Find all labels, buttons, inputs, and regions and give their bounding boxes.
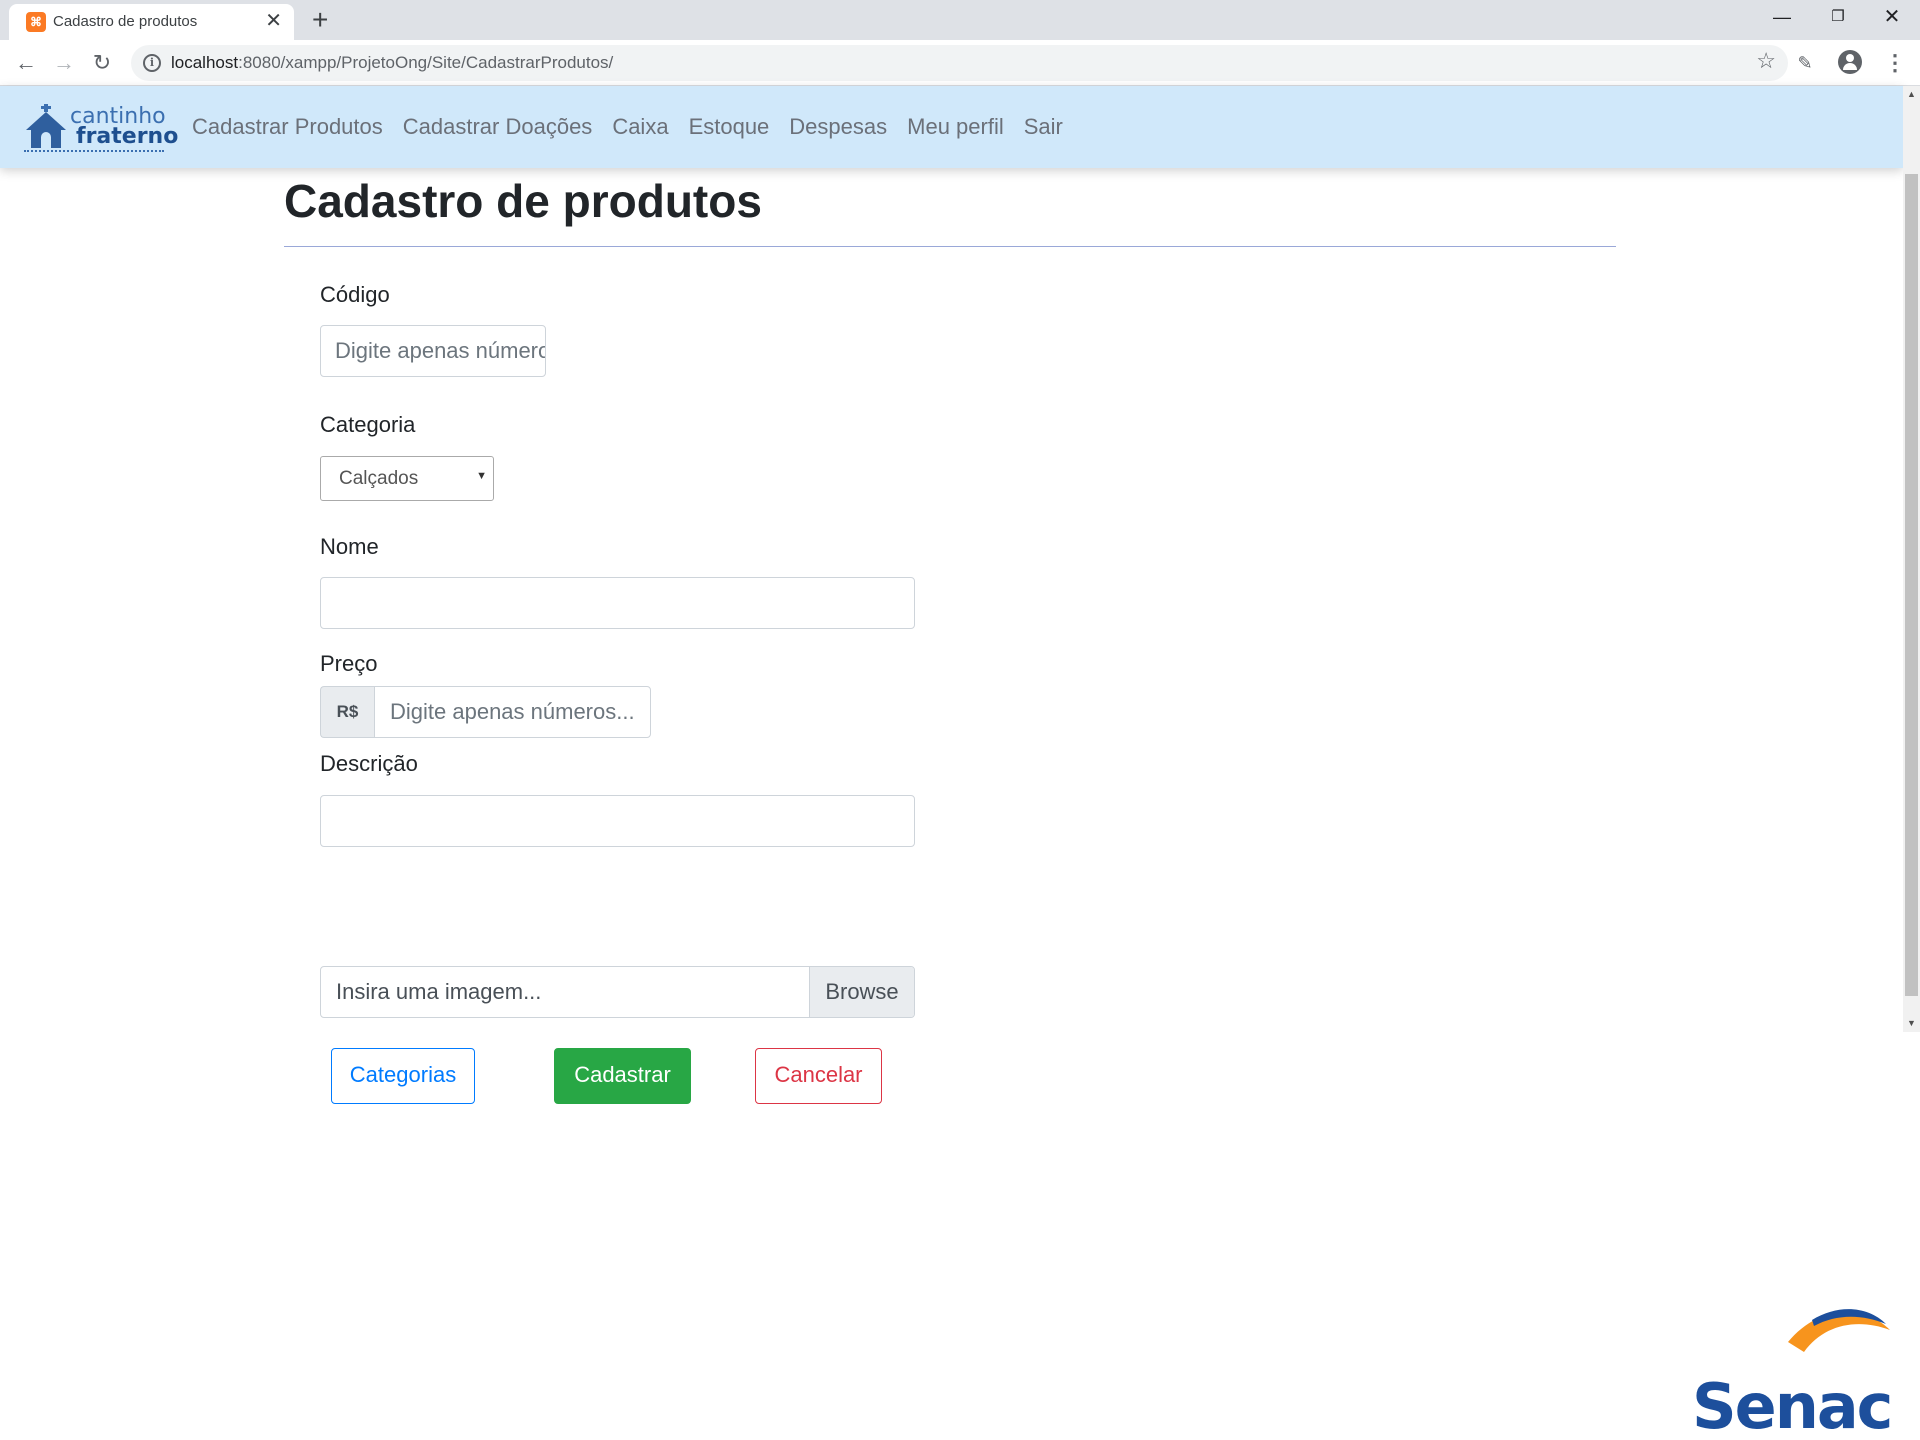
nav-cadastrar-doacoes[interactable]: Cadastrar Doações	[403, 114, 593, 140]
svg-text:Senac: Senac	[1692, 1370, 1891, 1432]
cantinho-fraterno-logo[interactable]: cantinho fraterno	[22, 100, 178, 156]
preco-label: Preço	[320, 651, 378, 676]
page-viewport: cantinho fraterno Cadastrar Produtos Cad…	[0, 86, 1920, 1104]
reload-icon[interactable]: ↻	[85, 46, 119, 80]
browse-button[interactable]: Browse	[809, 967, 914, 1017]
new-tab-icon[interactable]: +	[312, 3, 328, 37]
categoria-label: Categoria	[320, 412, 416, 437]
chevron-down-icon: ▼	[476, 470, 487, 482]
back-icon[interactable]: ←	[9, 46, 43, 80]
image-file-input[interactable]: Insira uma imagem... Browse	[320, 966, 915, 1018]
descricao-input[interactable]	[320, 795, 915, 847]
logo-dotted-underline	[24, 150, 164, 152]
file-input-placeholder: Insira uma imagem...	[336, 979, 542, 1004]
categorias-button[interactable]: Categorias	[331, 1048, 475, 1104]
nav-estoque[interactable]: Estoque	[689, 114, 770, 140]
scrollbar-thumb[interactable]	[1905, 174, 1918, 996]
codigo-input[interactable]: Digite apenas números...	[320, 325, 546, 377]
logo-text-line2: fraterno	[76, 124, 179, 149]
categoria-selected-value: Calçados	[339, 468, 419, 489]
restore-icon[interactable]: ❐	[1815, 0, 1861, 34]
nav-sair[interactable]: Sair	[1024, 114, 1063, 140]
title-divider	[284, 246, 1616, 247]
descricao-label: Descrição	[320, 751, 418, 776]
forward-icon[interactable]: →	[47, 46, 81, 80]
cadastrar-button[interactable]: Cadastrar	[554, 1048, 691, 1104]
nav-despesas[interactable]: Despesas	[789, 114, 887, 140]
nome-label: Nome	[320, 534, 379, 559]
currency-prefix: R$	[320, 686, 374, 738]
eyedropper-extension-icon[interactable]: ✎	[1788, 46, 1822, 80]
site-info-icon[interactable]: i	[143, 54, 161, 72]
house-logo-icon	[26, 104, 66, 148]
scroll-up-arrow-icon[interactable]: ▲	[1903, 86, 1920, 103]
browser-tab[interactable]: ⌘ Cadastro de produtos ✕	[9, 4, 294, 40]
categoria-select[interactable]: Calçados ▼	[320, 456, 494, 501]
site-navbar: cantinho fraterno Cadastrar Produtos Cad…	[0, 86, 1903, 168]
url-text: localhost:8080/xampp/ProjetoOng/Site/Cad…	[171, 53, 614, 72]
nav-caixa[interactable]: Caixa	[612, 114, 668, 140]
browser-toolbar: ← → ↻ i localhost:8080/xampp/ProjetoOng/…	[0, 40, 1920, 86]
nav-meu-perfil[interactable]: Meu perfil	[907, 114, 1004, 140]
tab-title: Cadastro de produtos	[53, 13, 198, 30]
nome-input[interactable]	[320, 577, 915, 629]
browser-tabstrip: ⌘ Cadastro de produtos ✕ + — ❐ ✕	[0, 0, 1920, 40]
cancelar-button[interactable]: Cancelar	[755, 1048, 882, 1104]
page-scrollbar[interactable]: ▲ ▼	[1903, 86, 1920, 1032]
address-bar[interactable]: i localhost:8080/xampp/ProjetoOng/Site/C…	[131, 45, 1788, 81]
codigo-label: Código	[320, 282, 390, 307]
browser-menu-icon[interactable]: ⋮	[1880, 46, 1910, 80]
bookmark-star-icon[interactable]: ☆	[1756, 48, 1776, 74]
xampp-favicon-icon: ⌘	[26, 12, 46, 32]
nav-links: Cadastrar Produtos Cadastrar Doações Cai…	[192, 114, 1063, 140]
profile-avatar-icon[interactable]	[1838, 50, 1862, 74]
preco-input[interactable]: Digite apenas números...	[374, 686, 651, 738]
page-title: Cadastro de produtos	[284, 175, 762, 227]
nav-cadastrar-produtos[interactable]: Cadastrar Produtos	[192, 114, 383, 140]
minimize-icon[interactable]: —	[1759, 0, 1805, 34]
senac-logo: Senac	[1692, 1309, 1893, 1432]
close-tab-icon[interactable]: ✕	[265, 10, 282, 32]
scroll-down-arrow-icon[interactable]: ▼	[1903, 1015, 1920, 1032]
close-window-icon[interactable]: ✕	[1869, 0, 1915, 34]
